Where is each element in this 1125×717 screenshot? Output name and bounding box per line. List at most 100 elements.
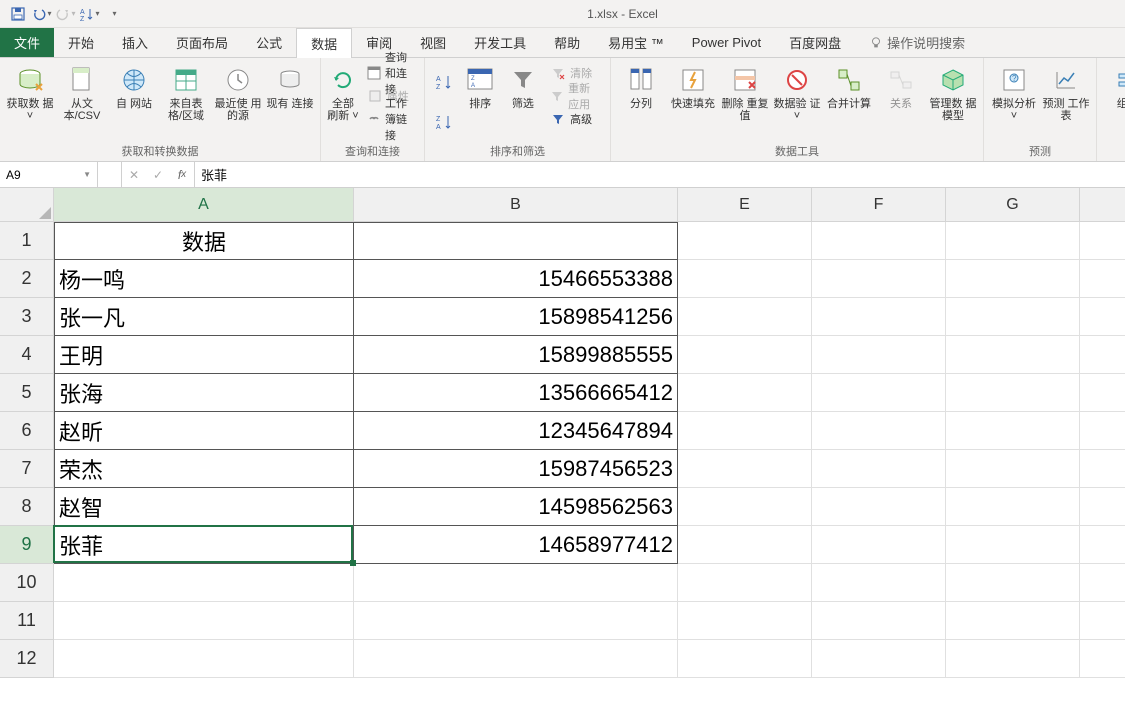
cell[interactable]: 13566665412 <box>354 374 678 412</box>
cell[interactable]: 张一凡 <box>54 298 354 336</box>
tab-home[interactable]: 开始 <box>54 28 108 57</box>
flash-fill-button[interactable]: 快速填充 <box>669 62 717 141</box>
cell[interactable] <box>678 222 812 260</box>
cell[interactable] <box>1080 602 1125 640</box>
cell[interactable]: 张菲 <box>54 526 354 564</box>
cell[interactable] <box>946 640 1080 678</box>
tab-formula[interactable]: 公式 <box>242 28 296 57</box>
row-header-11[interactable]: 11 <box>0 602 54 640</box>
tab-help[interactable]: 帮助 <box>540 28 594 57</box>
cell[interactable] <box>678 526 812 564</box>
cell[interactable] <box>54 564 354 602</box>
cell[interactable]: 14658977412 <box>354 526 678 564</box>
existing-connections-button[interactable]: 现有 连接 <box>266 62 314 141</box>
cell[interactable]: 赵昕 <box>54 412 354 450</box>
redo-button[interactable]: ▾ <box>54 3 78 25</box>
from-csv-button[interactable]: 从文 本/CSV <box>58 62 106 141</box>
qat-customize[interactable]: ▾ <box>102 3 126 25</box>
row-header-10[interactable]: 10 <box>0 564 54 602</box>
formula-input[interactable] <box>195 162 1125 187</box>
tab-developer[interactable]: 开发工具 <box>460 28 540 57</box>
cell[interactable] <box>678 412 812 450</box>
cell[interactable] <box>946 564 1080 602</box>
cell[interactable] <box>946 222 1080 260</box>
data-model-button[interactable]: 管理数 据模型 <box>929 62 977 141</box>
cell[interactable]: 荣杰 <box>54 450 354 488</box>
cell[interactable]: 王明 <box>54 336 354 374</box>
row-header-5[interactable]: 5 <box>0 374 54 412</box>
cell[interactable] <box>812 602 946 640</box>
tell-me[interactable]: 操作说明搜索 <box>855 28 979 57</box>
remove-duplicates-button[interactable]: 删除 重复值 <box>721 62 769 141</box>
what-if-button[interactable]: ?模拟分析 ˅ <box>990 62 1038 141</box>
row-header-4[interactable]: 4 <box>0 336 54 374</box>
cell[interactable] <box>1080 564 1125 602</box>
tab-view[interactable]: 视图 <box>406 28 460 57</box>
cell[interactable] <box>678 298 812 336</box>
cell[interactable] <box>678 602 812 640</box>
cell[interactable] <box>946 412 1080 450</box>
cell[interactable]: 15898541256 <box>354 298 678 336</box>
cell[interactable]: 杨一鸣 <box>54 260 354 298</box>
cell[interactable] <box>812 526 946 564</box>
name-box-dropdown[interactable]: ▼ <box>83 170 91 179</box>
cell[interactable] <box>354 564 678 602</box>
enter-formula-button[interactable]: ✓ <box>150 167 166 183</box>
column-header-B[interactable]: B <box>354 188 678 222</box>
cell[interactable] <box>812 640 946 678</box>
sort-asc-button[interactable]: AZ <box>431 71 457 93</box>
tab-data[interactable]: 数据 <box>296 28 352 58</box>
row-header-6[interactable]: 6 <box>0 412 54 450</box>
column-header-A[interactable]: A <box>54 188 354 222</box>
cell[interactable] <box>812 374 946 412</box>
consolidate-button[interactable]: 合并计算 <box>825 62 873 141</box>
row-header-12[interactable]: 12 <box>0 640 54 678</box>
cell[interactable] <box>354 640 678 678</box>
cell[interactable] <box>1080 222 1125 260</box>
tab-layout[interactable]: 页面布局 <box>162 28 242 57</box>
cell[interactable] <box>812 488 946 526</box>
name-box-input[interactable] <box>6 168 66 182</box>
cell[interactable] <box>1080 374 1125 412</box>
cells-grid[interactable]: 数据杨一鸣15466553388张一凡15898541256王明15899885… <box>54 222 1125 678</box>
tab-file[interactable]: 文件 <box>0 28 54 57</box>
cell[interactable] <box>1080 260 1125 298</box>
cell[interactable] <box>812 222 946 260</box>
tab-powerpivot[interactable]: Power Pivot <box>678 28 775 57</box>
refresh-all-button[interactable]: 全部刷新 ˅ <box>327 62 359 141</box>
row-header-7[interactable]: 7 <box>0 450 54 488</box>
cell[interactable] <box>54 602 354 640</box>
worksheet[interactable]: ABEFGH 123456789101112 数据杨一鸣15466553388张… <box>0 188 1125 713</box>
cell[interactable] <box>812 450 946 488</box>
from-web-button[interactable]: 自 网站 <box>110 62 158 141</box>
cell[interactable] <box>54 640 354 678</box>
cell[interactable] <box>1080 640 1125 678</box>
cell[interactable] <box>678 374 812 412</box>
cell[interactable]: 15899885555 <box>354 336 678 374</box>
advanced-filter-button[interactable]: 高级 <box>546 108 604 130</box>
cell[interactable]: 12345647894 <box>354 412 678 450</box>
cell[interactable] <box>678 640 812 678</box>
sort-button[interactable]: ZA排序 <box>461 62 500 141</box>
cell[interactable] <box>946 602 1080 640</box>
cell[interactable] <box>1080 336 1125 374</box>
column-header-F[interactable]: F <box>812 188 946 222</box>
column-header-E[interactable]: E <box>678 188 812 222</box>
insert-function-button[interactable]: fx <box>174 167 190 183</box>
cell[interactable] <box>946 298 1080 336</box>
name-box[interactable]: ▼ <box>0 162 98 187</box>
cell[interactable] <box>1080 488 1125 526</box>
forecast-sheet-button[interactable]: 预测 工作表 <box>1042 62 1090 141</box>
get-data-button[interactable]: 获取数 据 ˅ <box>6 62 54 141</box>
group-button[interactable]: 组 ˅ <box>1103 62 1125 157</box>
row-header-1[interactable]: 1 <box>0 222 54 260</box>
cell[interactable] <box>946 260 1080 298</box>
cell[interactable]: 数据 <box>54 222 354 260</box>
cell[interactable]: 15987456523 <box>354 450 678 488</box>
cell[interactable] <box>1080 298 1125 336</box>
cell[interactable] <box>812 260 946 298</box>
cell[interactable] <box>946 450 1080 488</box>
workbook-links-button[interactable]: 工作簿链接 <box>363 108 418 130</box>
recent-sources-button[interactable]: 最近使 用的源 <box>214 62 262 141</box>
filter-button[interactable]: 筛选 <box>504 62 543 141</box>
